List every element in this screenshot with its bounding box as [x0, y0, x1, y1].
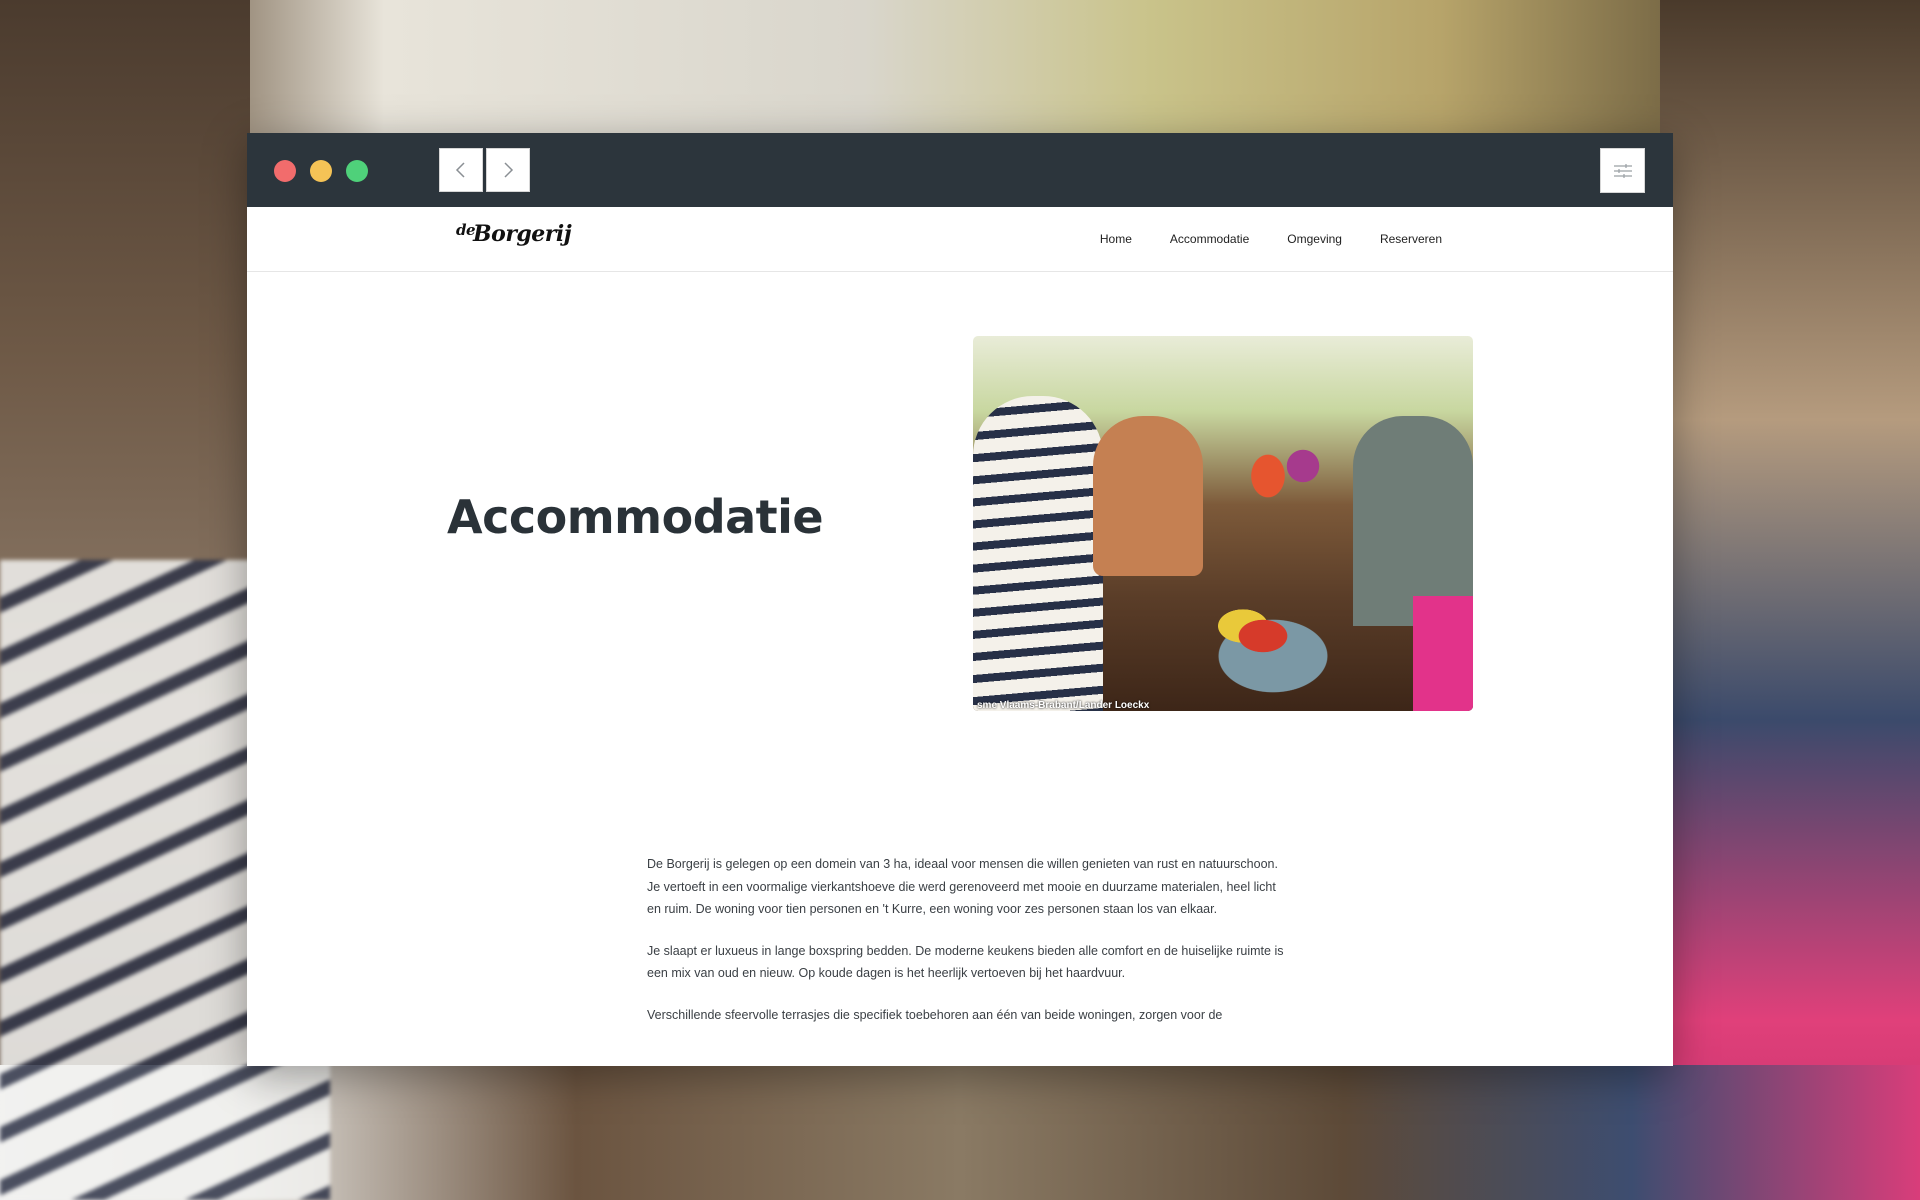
back-button[interactable] [439, 148, 483, 192]
logo-name: Borgerij [473, 221, 572, 247]
content-paragraph: De Borgerij is gelegen op een domein van… [647, 857, 1278, 916]
chevron-right-icon [504, 162, 514, 178]
nav-item-omgeving[interactable]: Omgeving [1287, 232, 1342, 246]
photo-person [1353, 416, 1473, 626]
minimize-window-button[interactable] [310, 160, 332, 182]
photo-credit: sme Vlaams-Brabant/Lander Loeckx [977, 700, 1150, 711]
site-logo[interactable]: deBorgerij [456, 221, 572, 247]
photo-person [973, 396, 1103, 711]
nav-item-home[interactable]: Home [1100, 232, 1132, 246]
hero-photo: sme Vlaams-Brabant/Lander Loeckx [973, 336, 1473, 711]
chevron-left-icon [455, 162, 465, 178]
settings-menu-button[interactable] [1600, 148, 1645, 193]
photo-person [1093, 416, 1203, 576]
sliders-icon [1613, 163, 1632, 178]
background-right-area [1660, 0, 1920, 1200]
main-nav: Home Accommodatie Omgeving Reserveren [1100, 207, 1442, 271]
page-content: De Borgerij is gelegen op een domein van… [647, 853, 1287, 1065]
maximize-window-button[interactable] [346, 160, 368, 182]
content-paragraph: Je slaapt er luxueus in lange boxspring … [647, 943, 1284, 981]
photo-person [1413, 596, 1473, 711]
hero-section: Accommodatie sme Vlaams-Brabant/Lander L… [247, 272, 1673, 812]
site-header: deBorgerij Home Accommodatie Omgeving Re… [247, 207, 1673, 272]
forward-button[interactable] [486, 148, 530, 192]
window-titlebar [247, 133, 1673, 207]
background-window-area [0, 0, 1920, 135]
close-window-button[interactable] [274, 160, 296, 182]
page-title: Accommodatie [447, 490, 824, 544]
nav-item-reserveren[interactable]: Reserveren [1380, 232, 1442, 246]
content-paragraph: Verschillende sfeervolle terrasjes die s… [647, 1007, 1223, 1022]
nav-item-accommodatie[interactable]: Accommodatie [1170, 232, 1249, 246]
